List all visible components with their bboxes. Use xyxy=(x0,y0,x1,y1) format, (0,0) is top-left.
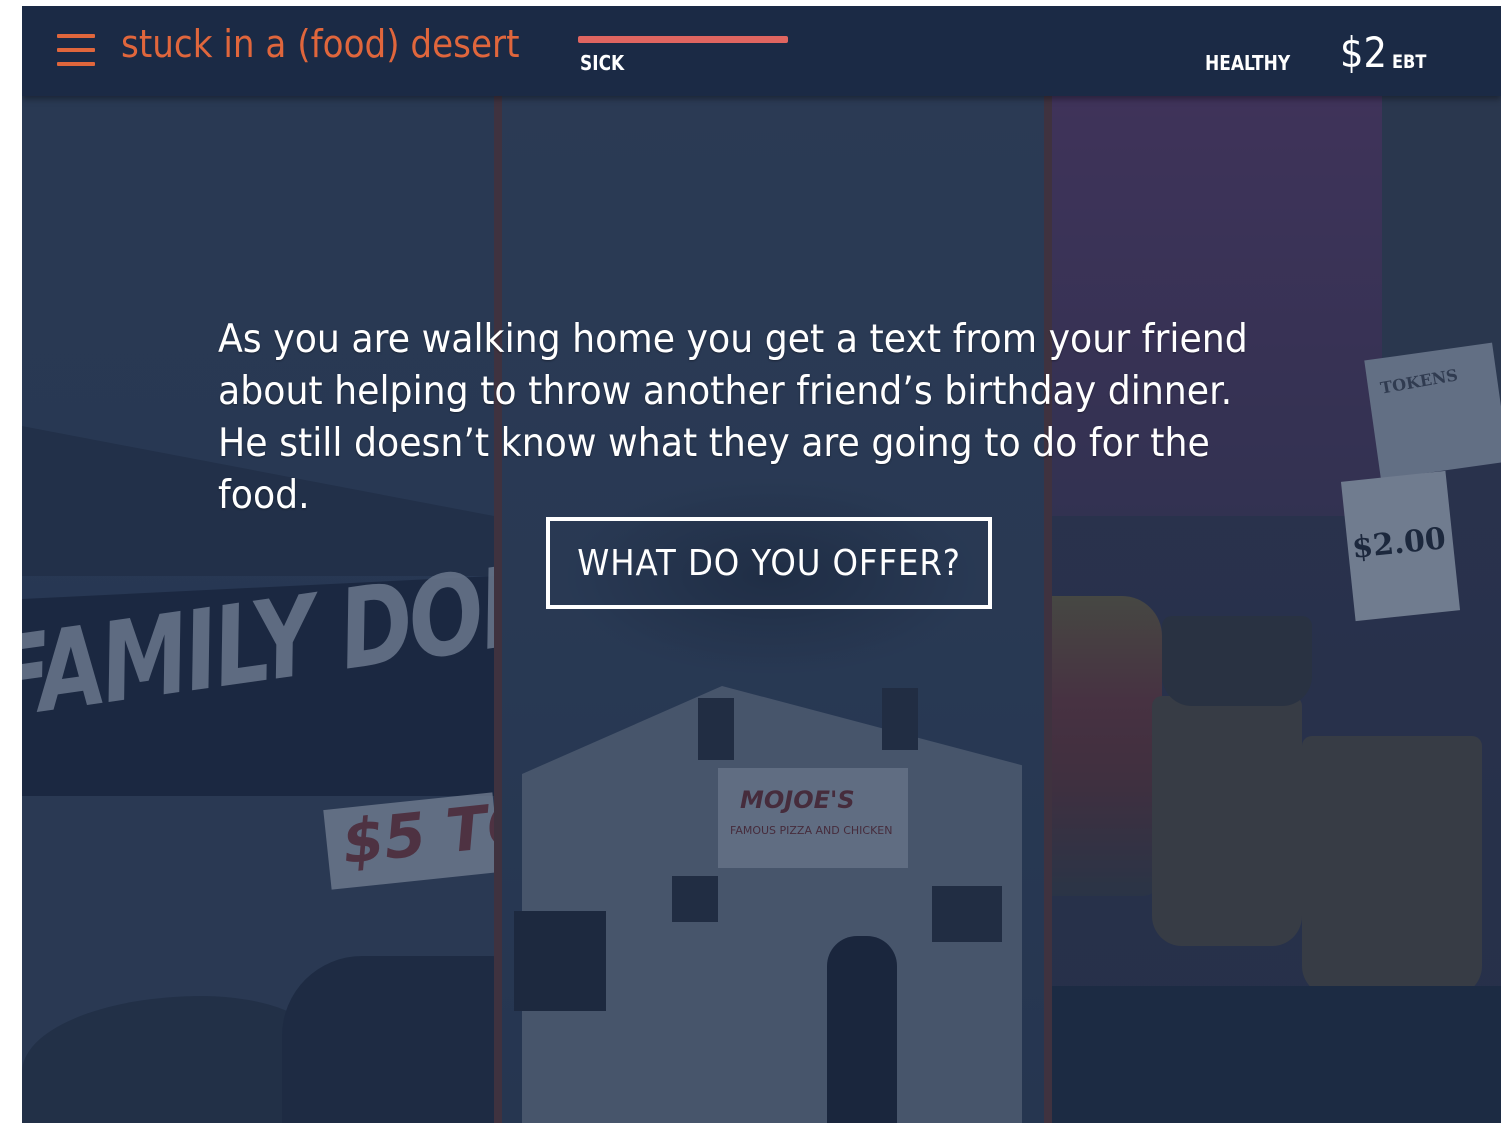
cta-button-label: WHAT DO YOU OFFER? xyxy=(577,542,961,584)
photo-panel-mojoes: MOJOE'S FAMOUS PIZZA AND CHICKEN xyxy=(502,96,1044,1123)
panel-divider xyxy=(494,96,502,1123)
hamburger-menu-icon[interactable] xyxy=(57,32,97,68)
tokens-card xyxy=(1364,342,1501,480)
top-bar: stuck in a (food) desert SICK HEALTHY $2… xyxy=(22,6,1501,96)
restaurant-sign-title: MOJOE'S xyxy=(740,786,855,814)
health-meter-min-label: SICK xyxy=(580,51,625,75)
peppers xyxy=(1052,596,1162,896)
building-window xyxy=(672,876,718,922)
parked-car xyxy=(282,956,494,1123)
health-meter xyxy=(578,36,1016,43)
app-frame: FAMILY DOL $5 TOY MOJOE'S FAMOUS PIZZA A… xyxy=(22,6,1501,1123)
produce-basket xyxy=(1152,696,1302,946)
building-window xyxy=(882,688,918,750)
photo-panel-market: TOKENS $2.00 xyxy=(1052,96,1501,1123)
produce-basket xyxy=(1302,736,1482,996)
budget-unit: EBT xyxy=(1392,51,1427,73)
budget-amount: $2 xyxy=(1340,28,1388,77)
building-window xyxy=(698,698,734,760)
health-meter-max-label: HEALTHY xyxy=(1205,51,1291,75)
photo-panel-family-dollar: FAMILY DOL $5 TOY xyxy=(22,96,494,1123)
person-figure xyxy=(827,936,897,1123)
story-text: As you are walking home you get a text f… xyxy=(218,317,1248,518)
restaurant-sign-subtitle: FAMOUS PIZZA AND CHICKEN xyxy=(730,824,893,837)
app-title: stuck in a (food) desert xyxy=(121,22,520,66)
health-meter-fill xyxy=(578,36,789,43)
restaurant-sign-board xyxy=(718,768,908,868)
market-table xyxy=(1052,986,1501,1123)
produce-basket xyxy=(1162,616,1312,706)
what-do-you-offer-button[interactable]: WHAT DO YOU OFFER? xyxy=(546,517,992,609)
panel-divider xyxy=(1044,96,1052,1123)
budget-display: $2 EBT xyxy=(1340,28,1426,77)
building-window xyxy=(932,886,1002,942)
open-sign xyxy=(514,911,606,1011)
